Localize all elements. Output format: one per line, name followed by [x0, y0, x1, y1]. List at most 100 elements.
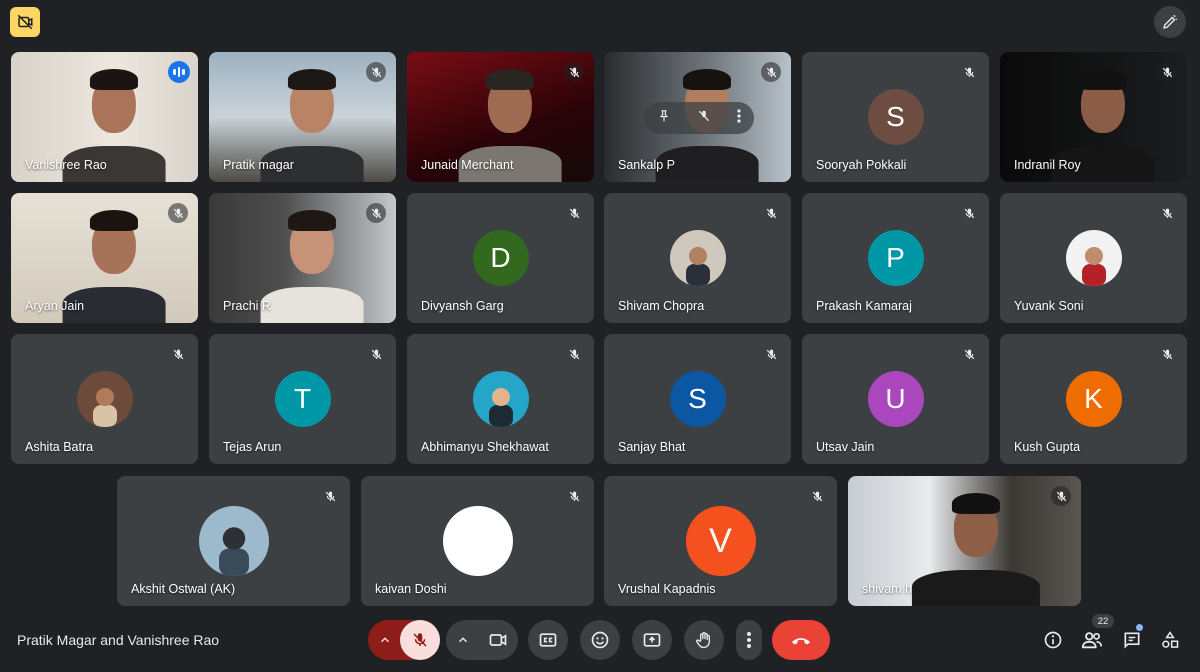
participant-tile[interactable]: U Utsav Jain: [802, 334, 989, 464]
mic-muted-indicator: [564, 62, 584, 82]
initial-avatar: U: [867, 371, 924, 427]
participant-tile[interactable]: Vanishree Rao: [11, 52, 198, 182]
mic-muted-indicator: [320, 486, 340, 506]
participant-name: Sankalp P: [618, 158, 675, 172]
mic-muted-indicator: [959, 344, 979, 364]
initial-avatar: T: [274, 371, 331, 427]
participant-tile[interactable]: V Vrushal Kapadnis: [604, 476, 837, 606]
participant-count-badge: 22: [1092, 614, 1114, 628]
mic-muted-indicator: [366, 203, 386, 223]
avatar-initial: S: [688, 383, 707, 414]
camera-toggle-button[interactable]: [478, 620, 518, 660]
info-icon: [1044, 631, 1062, 649]
avatar-initial: K: [1084, 383, 1103, 414]
mic-muted-indicator: [366, 62, 386, 82]
mic-muted-indicator: [1157, 62, 1177, 82]
participant-name: Junaid Merchant: [421, 158, 514, 172]
mic-muted-indicator: [959, 62, 979, 82]
participant-tile[interactable]: Pratik magar: [209, 52, 396, 182]
mic-off-icon: [413, 633, 427, 647]
participant-tile[interactable]: Junaid Merchant: [407, 52, 594, 182]
tile-hover-controls: [644, 102, 754, 134]
avatar-initial: P: [886, 242, 905, 273]
leave-call-button[interactable]: [772, 620, 830, 660]
mic-off-icon: [569, 208, 579, 218]
participant-tile[interactable]: Shivam Chopra: [604, 193, 791, 323]
participant-name: Sooryah Pokkali: [816, 158, 907, 172]
participant-tile[interactable]: Akshit Ostwal (AK): [117, 476, 350, 606]
people-button[interactable]: [1080, 628, 1104, 652]
participant-tile[interactable]: Abhimanyu Shekhawat: [407, 334, 594, 464]
camera-icon: [489, 634, 507, 646]
mic-off-icon: [569, 491, 579, 501]
mic-muted-indicator: [1051, 486, 1071, 506]
participant-tile[interactable]: Sankalp P: [604, 52, 791, 182]
participant-name: Yuvank Soni: [1014, 299, 1084, 313]
avatar-initial: D: [490, 242, 511, 273]
participant-tile[interactable]: P Prakash Kamaraj: [802, 193, 989, 323]
participant-name: Utsav Jain: [816, 440, 875, 454]
participant-tile[interactable]: Prachi R: [209, 193, 396, 323]
mic-off-icon: [1056, 491, 1066, 501]
chat-icon: [1124, 632, 1140, 649]
chevron-up-icon: [459, 637, 467, 643]
recording-status-badge[interactable]: [10, 7, 40, 37]
avatar-initial: S: [886, 101, 905, 132]
mic-off-icon: [812, 491, 822, 501]
raise-hand-button[interactable]: [684, 620, 724, 660]
chat-button[interactable]: [1120, 628, 1144, 652]
mute-participant-button[interactable]: [697, 109, 711, 128]
mic-toggle-button[interactable]: [400, 620, 440, 660]
tile-more-button[interactable]: [737, 108, 741, 128]
activities-button[interactable]: [1158, 628, 1182, 652]
pin-button[interactable]: [657, 109, 671, 128]
activities-icon: [1162, 631, 1179, 648]
participant-name: Prakash Kamaraj: [816, 299, 912, 313]
mic-muted-indicator: [168, 203, 188, 223]
participant-tile[interactable]: T Tejas Arun: [209, 334, 396, 464]
participant-name: kaivan Doshi: [375, 582, 447, 596]
initial-avatar: D: [472, 230, 529, 286]
participant-tile[interactable]: Aryan Jain: [11, 193, 198, 323]
participant-tile[interactable]: Yuvank Soni: [1000, 193, 1187, 323]
mic-muted-indicator: [564, 344, 584, 364]
profile-photo-avatar: [472, 371, 529, 427]
participant-tile[interactable]: shivam h: [848, 476, 1081, 606]
participant-tile[interactable]: K Kush Gupta: [1000, 334, 1187, 464]
mic-off-icon: [964, 67, 974, 77]
mic-off-icon: [569, 67, 579, 77]
participant-name: shivam h: [862, 582, 913, 596]
more-options-button[interactable]: [736, 620, 762, 660]
initial-avatar: [442, 506, 513, 576]
participant-tile[interactable]: Ashita Batra: [11, 334, 198, 464]
participant-tile[interactable]: S Sooryah Pokkali: [802, 52, 989, 182]
profile-photo-avatar: [198, 506, 269, 576]
participant-name: Pratik magar: [223, 158, 294, 172]
meeting-details-button[interactable]: [1041, 628, 1065, 652]
reactions-button[interactable]: [580, 620, 620, 660]
audio-wave-icon: [168, 61, 190, 83]
meeting-title: Pratik Magar and Vanishree Rao: [17, 632, 220, 648]
present-button[interactable]: [632, 620, 672, 660]
mic-muted-indicator: [807, 486, 827, 506]
initial-avatar: V: [685, 506, 756, 576]
captions-icon: [539, 633, 557, 647]
mic-off-icon: [1162, 349, 1172, 359]
captions-button[interactable]: [528, 620, 568, 660]
pen-icon: [1163, 14, 1178, 29]
participant-name: Vrushal Kapadnis: [618, 582, 716, 596]
profile-photo-avatar: [1065, 230, 1122, 286]
annotate-button[interactable]: [1154, 6, 1186, 38]
people-icon: [1081, 632, 1102, 649]
present-icon: [643, 633, 661, 647]
profile-photo-avatar: [76, 371, 133, 427]
participant-name: Vanishree Rao: [25, 158, 107, 172]
mic-off-icon: [371, 67, 381, 77]
initial-avatar: S: [867, 89, 924, 145]
end-call-icon: [792, 638, 810, 645]
participant-tile[interactable]: kaivan Doshi: [361, 476, 594, 606]
participant-name: Shivam Chopra: [618, 299, 705, 313]
participant-tile[interactable]: S Sanjay Bhat: [604, 334, 791, 464]
participant-tile[interactable]: Indranil Roy: [1000, 52, 1187, 182]
participant-tile[interactable]: D Divyansh Garg: [407, 193, 594, 323]
